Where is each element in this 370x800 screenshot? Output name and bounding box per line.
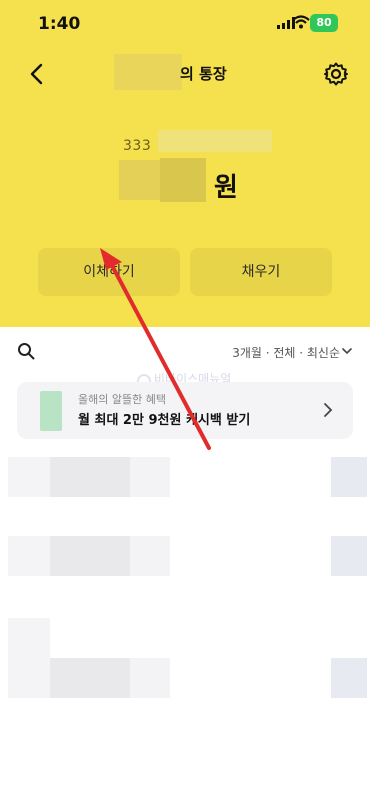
account-header: 1:40 80 의 통장 333 원 이체하기 채우기: [0, 0, 370, 327]
transfer-button[interactable]: 이체하기: [38, 248, 180, 296]
redacted-transaction-row: [8, 658, 50, 698]
gear-icon[interactable]: [323, 61, 349, 87]
fill-button[interactable]: 채우기: [190, 248, 332, 296]
redacted-transaction-row: [331, 457, 367, 497]
top-nav: 의 통장: [0, 52, 370, 96]
redacted-transaction-row: [50, 536, 130, 576]
wifi-icon: [292, 15, 310, 29]
redacted-name: [114, 54, 182, 90]
balance-unit: 원: [214, 173, 238, 203]
redacted-transaction-row: [331, 658, 367, 698]
chevron-down-icon[interactable]: [342, 347, 352, 355]
filter-selector[interactable]: 3개월 · 전체 · 최신순: [232, 344, 340, 361]
back-arrow-icon[interactable]: [26, 62, 50, 86]
redacted-transaction-row: [8, 618, 50, 658]
redacted-transaction-row: [331, 536, 367, 576]
chevron-right-icon: [324, 403, 333, 417]
transaction-filter-row: 3개월 · 전체 · 최신순: [0, 335, 370, 369]
redacted-transaction-row: [130, 536, 170, 576]
redacted-transaction-row: [50, 457, 130, 497]
redacted-transaction-row: [8, 457, 50, 497]
promo-title: 월 최대 2만 9천원 캐시백 받기: [78, 413, 251, 428]
battery-icon: 80: [310, 14, 338, 32]
promo-image: [40, 391, 62, 431]
promo-banner[interactable]: 올해의 알뜰한 혜택 월 최대 2만 9천원 캐시백 받기: [17, 382, 353, 439]
status-bar: 1:40 80: [0, 0, 370, 48]
status-time: 1:40: [38, 14, 81, 34]
redacted-transaction-row: [130, 658, 170, 698]
redacted-balance: [160, 158, 206, 202]
page-title: 의 통장: [180, 65, 227, 83]
redacted-account-number: [158, 130, 272, 152]
promo-subtitle: 올해의 알뜰한 혜택: [78, 393, 166, 406]
redacted-transaction-row: [8, 536, 50, 576]
account-number: 333: [123, 138, 152, 154]
redacted-transaction-row: [130, 457, 170, 497]
search-icon[interactable]: [17, 342, 35, 360]
redacted-transaction-row: [50, 658, 130, 698]
